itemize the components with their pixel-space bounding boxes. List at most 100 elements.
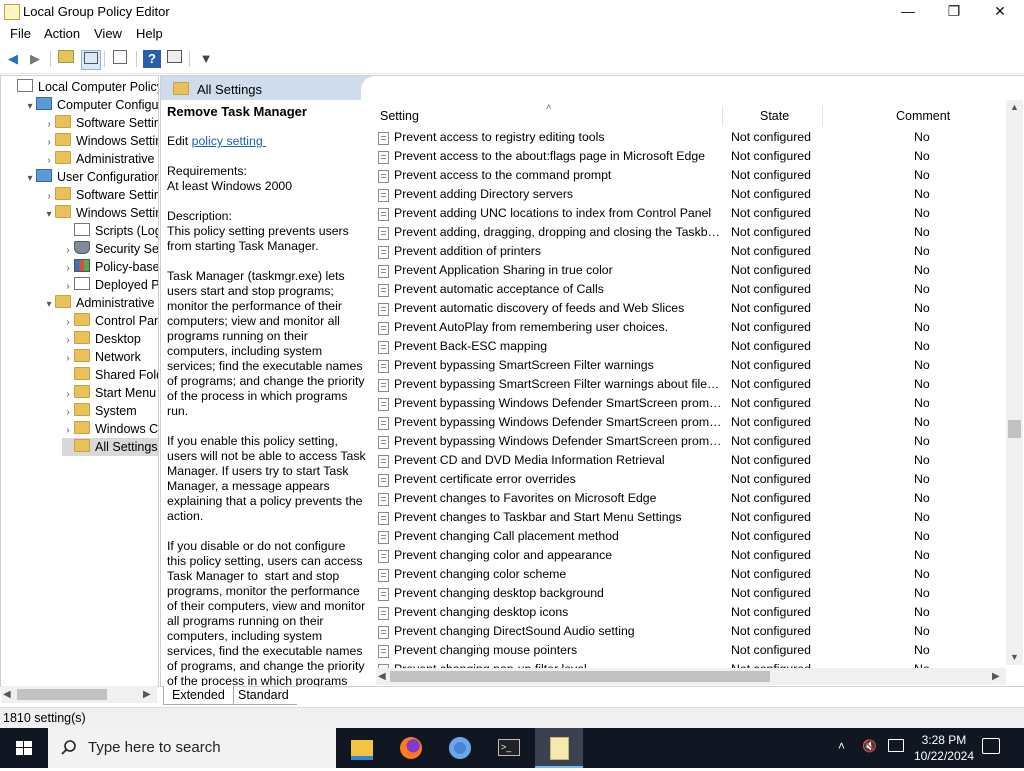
collapse-chevron-icon[interactable]: ▾ (43, 206, 55, 224)
menu-view[interactable]: View (94, 26, 122, 41)
column-header-setting[interactable]: Setting (380, 106, 419, 126)
properties-icon[interactable] (165, 50, 183, 68)
tree-node[interactable]: Local Computer Policy (5, 78, 158, 96)
menu-file[interactable]: File (10, 26, 31, 41)
taskbar-clock[interactable]: 3:28 PM 10/22/2024 (914, 732, 974, 764)
volume-muted-icon[interactable]: 🔇 (862, 739, 877, 753)
table-row[interactable]: Prevent bypassing SmartScreen Filter war… (376, 375, 1006, 394)
help-icon[interactable]: ? (143, 50, 161, 68)
up-folder-icon[interactable] (57, 50, 75, 68)
start-button[interactable] (0, 728, 48, 768)
tree-scroll-thumb[interactable] (17, 689, 107, 700)
list-vertical-scrollbar[interactable]: ▲ ▼ (1006, 100, 1023, 665)
column-header-comment[interactable]: Comment (896, 106, 950, 126)
menu-action[interactable]: Action (44, 26, 80, 41)
tree-node[interactable]: ▾ Administrative Te (43, 294, 158, 314)
edit-policy-link[interactable]: policy setting (192, 134, 267, 148)
tree-node[interactable]: ›Software Settings (43, 186, 158, 204)
table-row[interactable]: Prevent addition of printers Not configur… (376, 242, 1006, 261)
network-icon[interactable] (888, 739, 904, 752)
vertical-scroll-thumb[interactable] (1008, 420, 1021, 438)
scroll-right-icon[interactable]: ▶ (992, 671, 1000, 682)
tree-node[interactable]: › Network (62, 348, 141, 366)
tab-extended[interactable]: Extended (163, 686, 234, 705)
tree-node[interactable]: Shared Folder (62, 366, 158, 384)
tree-node[interactable]: ›Windows Setting (43, 132, 158, 150)
table-row[interactable]: Prevent bypassing Windows Defender Smart… (376, 432, 1006, 451)
table-row[interactable]: Prevent adding UNC locations to index fr… (376, 204, 1006, 223)
terminal-icon[interactable]: >_ (485, 728, 533, 768)
tree-node[interactable]: ›Policy-based (62, 258, 158, 276)
maximize-button[interactable]: ❐ (931, 0, 977, 24)
table-row[interactable]: Prevent bypassing SmartScreen Filter war… (376, 356, 1006, 375)
tree-node[interactable]: ›Deployed Prin (62, 276, 158, 294)
scroll-left-icon[interactable]: ◀ (378, 671, 386, 682)
table-row[interactable]: Prevent access to the command prompt Not … (376, 166, 1006, 185)
table-row[interactable]: Prevent changing Call placement method No… (376, 527, 1006, 546)
collapse-chevron-icon[interactable]: ▾ (24, 170, 36, 188)
table-row[interactable]: Prevent Application Sharing in true colo… (376, 261, 1006, 280)
notifications-icon[interactable] (982, 738, 1000, 754)
table-row[interactable]: Prevent changes to Taskbar and Start Men… (376, 508, 1006, 527)
table-row[interactable]: Prevent changing color and appearance Not… (376, 546, 1006, 565)
table-row[interactable]: Prevent CD and DVD Media Information Ret… (376, 451, 1006, 470)
table-row[interactable]: Prevent access to registry editing tools… (376, 128, 1006, 147)
table-row[interactable]: Prevent access to the about:flags page i… (376, 147, 1006, 166)
horizontal-scroll-thumb[interactable] (390, 671, 770, 682)
show-hidden-icons-icon[interactable]: ˄ (838, 739, 845, 753)
menu-help[interactable]: Help (136, 26, 163, 41)
table-row[interactable]: Prevent AutoPlay from remembering user c… (376, 318, 1006, 337)
tree-node[interactable]: › System (62, 402, 137, 420)
tree-horizontal-scrollbar[interactable]: ◀ ▶ (1, 686, 157, 703)
tree-node[interactable]: Scripts (Logo (62, 222, 158, 240)
file-explorer-icon[interactable] (338, 728, 386, 768)
table-row[interactable]: Prevent changing desktop icons Not config… (376, 603, 1006, 622)
collapse-chevron-icon[interactable]: ▾ (24, 98, 36, 116)
table-row[interactable]: Prevent Back-ESC mapping Not configured No (376, 337, 1006, 356)
policy-editor-taskbar-icon[interactable] (535, 728, 583, 768)
table-row[interactable]: Prevent adding Directory servers Not conf… (376, 185, 1006, 204)
collapse-chevron-icon[interactable]: ▾ (43, 296, 55, 314)
table-row[interactable]: Prevent changes to Favorites on Microsof… (376, 489, 1006, 508)
table-row[interactable]: Prevent bypassing Windows Defender Smart… (376, 394, 1006, 413)
minimize-button[interactable]: — (885, 0, 931, 24)
firefox-icon[interactable] (387, 728, 435, 768)
scroll-down-icon[interactable]: ▼ (1010, 652, 1019, 662)
tab-standard[interactable]: Standard (230, 686, 297, 705)
tree-node[interactable]: ▾ Windows Setting (43, 204, 158, 224)
tree-node[interactable]: ▾ User Configuration (24, 168, 158, 188)
back-arrow-icon[interactable]: ◀ (4, 50, 22, 68)
setting-comment: No (914, 510, 930, 524)
forward-arrow-icon[interactable]: ▶ (26, 50, 44, 68)
table-row[interactable]: Prevent adding, dragging, dropping and c… (376, 223, 1006, 242)
tree-node[interactable]: ›Start Menu ar (62, 384, 158, 402)
tree-node[interactable]: All Settings (62, 438, 158, 456)
tree-node[interactable]: ›Control Panel (62, 312, 158, 330)
show-hide-tree-icon[interactable] (81, 50, 101, 70)
table-row[interactable]: Prevent certificate error overrides Not c… (376, 470, 1006, 489)
tree-node[interactable]: ›Windows Cor (62, 420, 158, 438)
scroll-up-icon[interactable]: ▲ (1010, 102, 1019, 112)
table-row[interactable]: Prevent automatic discovery of feeds and… (376, 299, 1006, 318)
chromium-icon[interactable] (436, 728, 484, 768)
list-horizontal-scrollbar[interactable]: ◀ ▶ (376, 668, 1006, 685)
table-row[interactable]: Prevent automatic acceptance of Calls Not… (376, 280, 1006, 299)
filter-icon[interactable]: ▼ (197, 50, 215, 68)
setting-name: Prevent adding, dragging, dropping and c… (394, 225, 724, 239)
table-row[interactable]: Prevent changing mouse pointers Not confi… (376, 641, 1006, 660)
export-list-icon[interactable] (111, 50, 129, 68)
table-row[interactable]: Prevent bypassing Windows Defender Smart… (376, 413, 1006, 432)
taskbar-search[interactable]: Type here to search (48, 728, 336, 768)
table-row[interactable]: Prevent changing DirectSound Audio setti… (376, 622, 1006, 641)
tree-node[interactable]: › Desktop (62, 330, 141, 348)
tree-node[interactable]: ›Security Setti (62, 240, 158, 258)
tree-node[interactable]: ›Administrative Te (43, 150, 158, 168)
column-header-state[interactable]: State (760, 106, 789, 126)
table-row[interactable]: Prevent changing desktop background Not c… (376, 584, 1006, 603)
close-button[interactable]: ✕ (977, 0, 1023, 24)
tree-node[interactable]: ▾ Computer Configura (24, 96, 158, 116)
column-separator[interactable] (722, 106, 723, 126)
column-separator[interactable] (822, 106, 823, 126)
tree-node[interactable]: ›Software Settings (43, 114, 158, 132)
table-row[interactable]: Prevent changing color scheme Not configu… (376, 565, 1006, 584)
